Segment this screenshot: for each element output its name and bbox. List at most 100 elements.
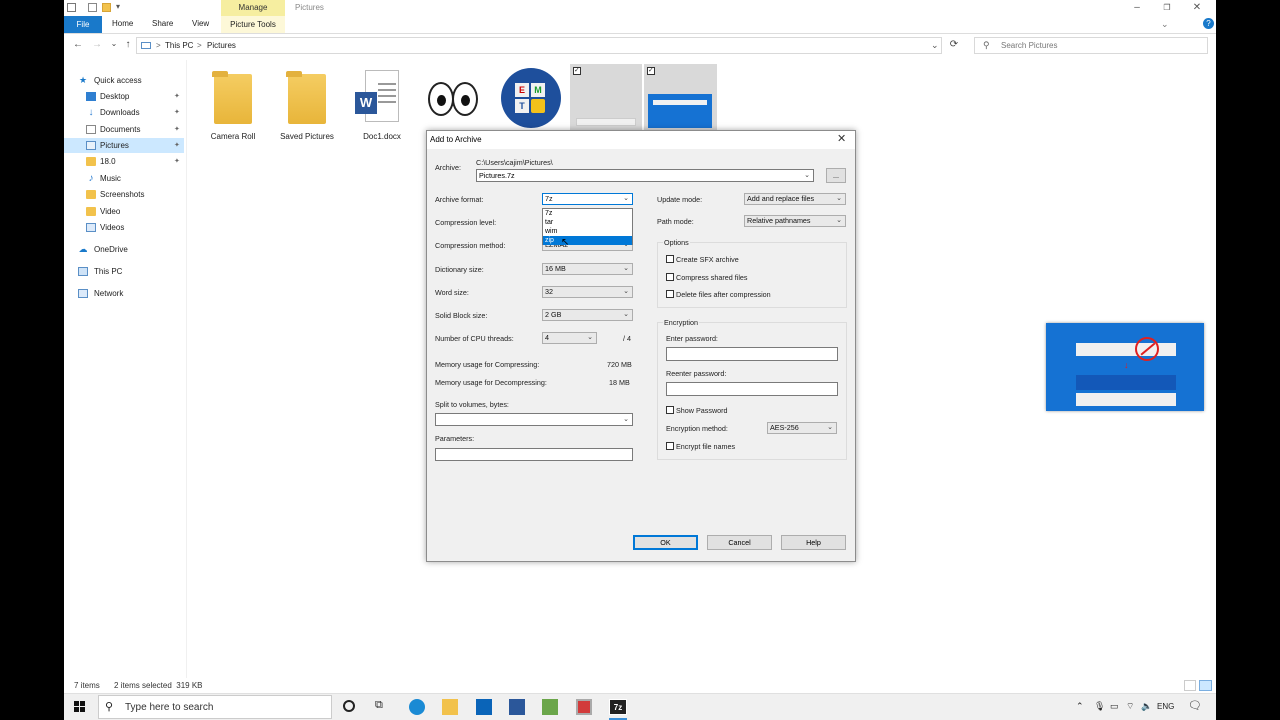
solid-block-size-select[interactable]: 2 GB ⌄ [542, 309, 633, 321]
preview-thumbnail[interactable]: ↓ [1046, 323, 1204, 411]
compress-shared-label: Compress shared files [676, 273, 748, 282]
paint-app-icon[interactable] [576, 699, 592, 715]
create-sfx-checkbox[interactable] [666, 255, 674, 263]
back-button[interactable]: ← [72, 39, 84, 50]
dictionary-size-select[interactable]: 16 MB ⌄ [542, 263, 633, 275]
close-button[interactable]: ✕ [1188, 2, 1206, 13]
compress-shared-checkbox[interactable] [666, 273, 674, 281]
file-item-camera-roll[interactable]: Camera Roll [198, 66, 268, 146]
notifications-icon[interactable]: 🗨 [1188, 699, 1202, 712]
notepad-plus-icon[interactable] [542, 699, 558, 715]
taskbar-search-box[interactable]: ⚲ Type here to search [98, 695, 332, 719]
nav-item-this-pc[interactable]: This PC [64, 264, 184, 279]
format-option-7z[interactable]: 7z [543, 209, 632, 218]
thumbnail-band [1076, 375, 1176, 390]
quick-access-toolbar-dropdown-icon[interactable]: ▾ [116, 2, 120, 11]
reenter-password-input[interactable] [666, 382, 838, 396]
format-option-zip[interactable]: zip [543, 236, 632, 245]
breadcrumb-pictures[interactable]: Pictures [207, 41, 236, 50]
selection-checkbox[interactable]: ✓ [647, 67, 655, 75]
file-item-screenshot-1-selected[interactable]: ✓ [570, 64, 642, 130]
breadcrumb-this-pc[interactable]: This PC [165, 41, 193, 50]
encrypt-names-checkbox[interactable] [666, 442, 674, 450]
file-item-doc1[interactable]: W Doc1.docx [347, 66, 417, 146]
battery-icon[interactable]: ▭ [1110, 701, 1119, 712]
cpu-threads-select[interactable]: 4 ⌄ [542, 332, 597, 344]
file-item-saved-pictures[interactable]: Saved Pictures [272, 66, 342, 146]
windows-start-icon[interactable] [74, 701, 85, 712]
address-bar[interactable]: > This PC > Pictures ⌄ [136, 37, 942, 54]
nav-item-downloads[interactable]: ↓ Downloads ✦ [64, 105, 184, 120]
nav-item-video[interactable]: Video [64, 204, 184, 219]
nav-item-18-0[interactable]: 18.0 ✦ [64, 154, 184, 169]
manage-tab[interactable]: Manage [221, 0, 285, 16]
nav-item-quick-access[interactable]: ★ Quick access [64, 73, 184, 88]
file-item-emt-logo[interactable]: E M T [498, 66, 568, 130]
nav-item-network[interactable]: Network [64, 286, 184, 301]
show-hidden-icons[interactable]: ⌃ [1076, 701, 1084, 712]
archive-format-select[interactable]: 7z ⌄ [542, 193, 633, 205]
minimize-button[interactable]: – [1128, 2, 1146, 13]
edge-icon[interactable] [409, 699, 425, 715]
nav-item-screenshots[interactable]: Screenshots [64, 187, 184, 202]
search-input[interactable]: ⚲ Search Pictures [974, 37, 1208, 54]
ribbon-expand-icon[interactable]: ⌄ [1161, 19, 1169, 30]
split-volumes-input[interactable]: ⌄ [435, 413, 633, 426]
archive-name-input[interactable]: Pictures.7z ⌄ [476, 169, 814, 182]
recent-locations-button[interactable]: ⌄ [108, 39, 120, 48]
nav-item-documents[interactable]: Documents ✦ [64, 122, 184, 137]
update-mode-select[interactable]: Add and replace files ⌄ [744, 193, 846, 205]
word-size-select[interactable]: 32 ⌄ [542, 286, 633, 298]
cancel-button[interactable]: Cancel [707, 535, 772, 550]
path-mode-select[interactable]: Relative pathnames ⌄ [744, 215, 846, 227]
ok-button[interactable]: OK [633, 535, 698, 550]
address-dropdown-icon[interactable]: ⌄ [931, 40, 939, 51]
up-button[interactable]: ↑ [122, 39, 134, 50]
delete-after-checkbox[interactable] [666, 290, 674, 298]
7zip-icon[interactable]: 7z [609, 699, 627, 715]
nav-label: Video [100, 207, 121, 216]
help-icon[interactable]: ? [1203, 18, 1214, 29]
encryption-method-select[interactable]: AES-256 ⌄ [767, 422, 837, 434]
tab-share[interactable]: Share [152, 19, 173, 28]
refresh-button[interactable]: ⟳ [948, 39, 960, 50]
language-indicator[interactable]: ENG [1157, 702, 1174, 711]
tab-file[interactable]: File [64, 16, 102, 33]
network-icon[interactable]: ⌔ [1126, 701, 1134, 712]
show-password-checkbox[interactable] [666, 406, 674, 414]
format-option-tar[interactable]: tar [543, 218, 632, 227]
password-input[interactable] [666, 347, 838, 361]
tab-home[interactable]: Home [112, 19, 133, 28]
nav-item-pictures[interactable]: Pictures ✦ [64, 138, 184, 153]
microphone-icon[interactable]: 🎙 [1094, 701, 1105, 712]
pin-icon: ✦ [174, 93, 180, 100]
browse-button[interactable]: ... [826, 168, 846, 183]
outlook-icon[interactable] [476, 699, 492, 715]
nav-item-onedrive[interactable]: ☁ OneDrive [64, 242, 184, 257]
tab-view[interactable]: View [192, 19, 209, 28]
parameters-input[interactable] [435, 448, 633, 461]
cortana-icon[interactable] [343, 700, 355, 712]
nav-item-desktop[interactable]: Desktop ✦ [64, 89, 184, 104]
properties-icon[interactable] [88, 3, 97, 12]
forward-button[interactable]: → [91, 39, 103, 50]
file-label: Saved Pictures [280, 132, 334, 141]
tab-picture-tools[interactable]: Picture Tools [221, 16, 285, 33]
restore-button[interactable]: ❐ [1158, 3, 1176, 12]
selection-checkbox[interactable]: ✓ [573, 67, 581, 75]
new-folder-icon[interactable] [102, 3, 111, 12]
help-button[interactable]: Help [781, 535, 846, 550]
dialog-close-button[interactable]: ✕ [837, 132, 846, 145]
word-icon[interactable] [509, 699, 525, 715]
nav-item-music[interactable]: ♪ Music [64, 171, 184, 186]
format-option-wim[interactable]: wim [543, 227, 632, 236]
large-icons-view-button[interactable] [1199, 680, 1212, 691]
file-item-eyes-image[interactable] [422, 66, 492, 130]
details-view-button[interactable] [1184, 680, 1196, 691]
logo-letter: E [515, 83, 529, 97]
file-item-screenshot-2-selected[interactable]: ✓ [644, 64, 717, 130]
task-view-icon[interactable]: ⧉ [375, 699, 383, 712]
file-explorer-icon[interactable] [442, 699, 458, 715]
nav-item-videos[interactable]: Videos [64, 220, 184, 235]
volume-icon[interactable]: 🔈 [1141, 701, 1152, 712]
